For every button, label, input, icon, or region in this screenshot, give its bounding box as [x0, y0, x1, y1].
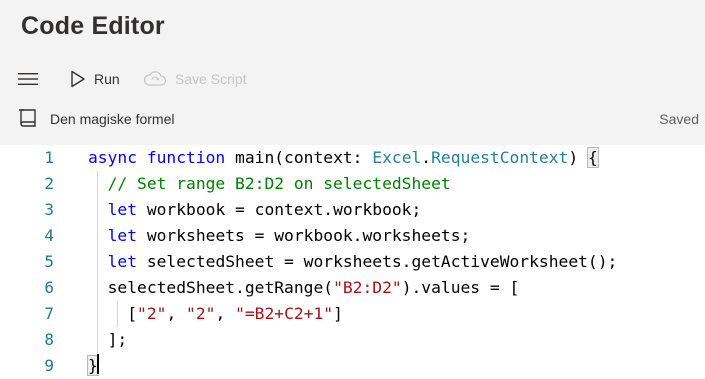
code-token: RequestContext: [431, 148, 569, 167]
code-token: ,: [215, 304, 236, 323]
line-number: 8: [44, 330, 54, 349]
code-token: "=B2+C2+1": [235, 304, 334, 323]
code-editor[interactable]: 1 async function main(context: Excel.Requ…: [0, 145, 705, 377]
line-number: 9: [44, 356, 54, 375]
code-line[interactable]: 6 selectedSheet.getRange("B2:D2").values…: [0, 275, 705, 301]
editor-header: Code Editor Run Save Script Den magiske …: [0, 0, 705, 145]
save-status: Saved: [659, 111, 699, 127]
code-token: ).values = [: [401, 278, 520, 297]
line-number: 5: [44, 252, 54, 271]
code-line[interactable]: 3 let workbook = context.workbook;: [0, 197, 705, 223]
line-number: 2: [44, 174, 54, 193]
code-token: // Set range B2:D2 on selectedSheet: [107, 174, 451, 193]
save-script-label: Save Script: [175, 71, 247, 87]
code-token: let: [107, 226, 147, 245]
code-text: async function main(context: Excel.Reque…: [88, 145, 599, 171]
code-token: selectedSheet = worksheets.getActiveWork…: [146, 252, 618, 271]
menu-button[interactable]: [18, 62, 48, 96]
code-token: ,: [166, 304, 187, 323]
code-text: // Set range B2:D2 on selectedSheet: [88, 171, 451, 197]
code-token: worksheets = workbook.worksheets;: [146, 226, 471, 245]
code-token: "2": [186, 304, 216, 323]
line-number: 3: [44, 200, 54, 219]
code-token: ): [568, 148, 588, 167]
code-line[interactable]: 7 ["2", "2", "=B2+C2+1"]: [0, 301, 705, 327]
code-text: let selectedSheet = worksheets.getActive…: [88, 249, 618, 275]
script-bar: Den magiske formel Saved: [0, 103, 705, 135]
script-name[interactable]: Den magiske formel: [50, 111, 175, 127]
app-title: Code Editor: [21, 12, 165, 40]
save-script-button[interactable]: Save Script: [143, 62, 247, 96]
code-line[interactable]: 8 ];: [0, 327, 705, 353]
code-token: let: [107, 200, 147, 219]
line-number: 1: [44, 148, 54, 167]
code-line[interactable]: 1 async function main(context: Excel.Requ…: [0, 145, 705, 171]
code-line[interactable]: 4 let worksheets = workbook.worksheets;: [0, 223, 705, 249]
code-token: async function: [88, 148, 236, 167]
code-token: main(context:: [235, 148, 373, 167]
code-line[interactable]: 5 let selectedSheet = worksheets.getActi…: [0, 249, 705, 275]
play-icon: [71, 70, 85, 88]
run-button[interactable]: Run: [70, 62, 120, 96]
code-token: [: [88, 304, 138, 323]
cloud-sync-icon: [143, 71, 167, 86]
line-number: 7: [44, 304, 54, 323]
script-icon: [18, 107, 38, 134]
code-text: ];: [88, 327, 128, 353]
text-cursor: [97, 354, 99, 374]
code-line[interactable]: 9}: [0, 353, 705, 379]
code-text: let workbook = context.workbook;: [88, 197, 422, 223]
code-line[interactable]: 2 // Set range B2:D2 on selectedSheet: [0, 171, 705, 197]
code-text: selectedSheet.getRange("B2:D2").values =…: [88, 275, 520, 301]
code-token: workbook = context.workbook;: [146, 200, 422, 219]
code-token: {: [586, 147, 599, 168]
code-text: ["2", "2", "=B2+C2+1"]: [88, 301, 343, 327]
hamburger-icon: [18, 73, 38, 85]
code-token: Excel: [372, 148, 422, 167]
toolbar: Run Save Script: [0, 62, 705, 96]
code-token: selectedSheet.getRange(: [88, 278, 334, 297]
line-number: 6: [44, 278, 54, 297]
code-token: .: [421, 148, 432, 167]
code-token: let: [107, 252, 147, 271]
code-token: ];: [88, 330, 128, 349]
run-label: Run: [94, 71, 120, 87]
code-text: let worksheets = workbook.worksheets;: [88, 223, 471, 249]
code-token: "2": [137, 304, 167, 323]
code-token: "B2:D2": [333, 278, 402, 297]
code-token: ]: [333, 304, 343, 323]
line-number: 4: [44, 226, 54, 245]
